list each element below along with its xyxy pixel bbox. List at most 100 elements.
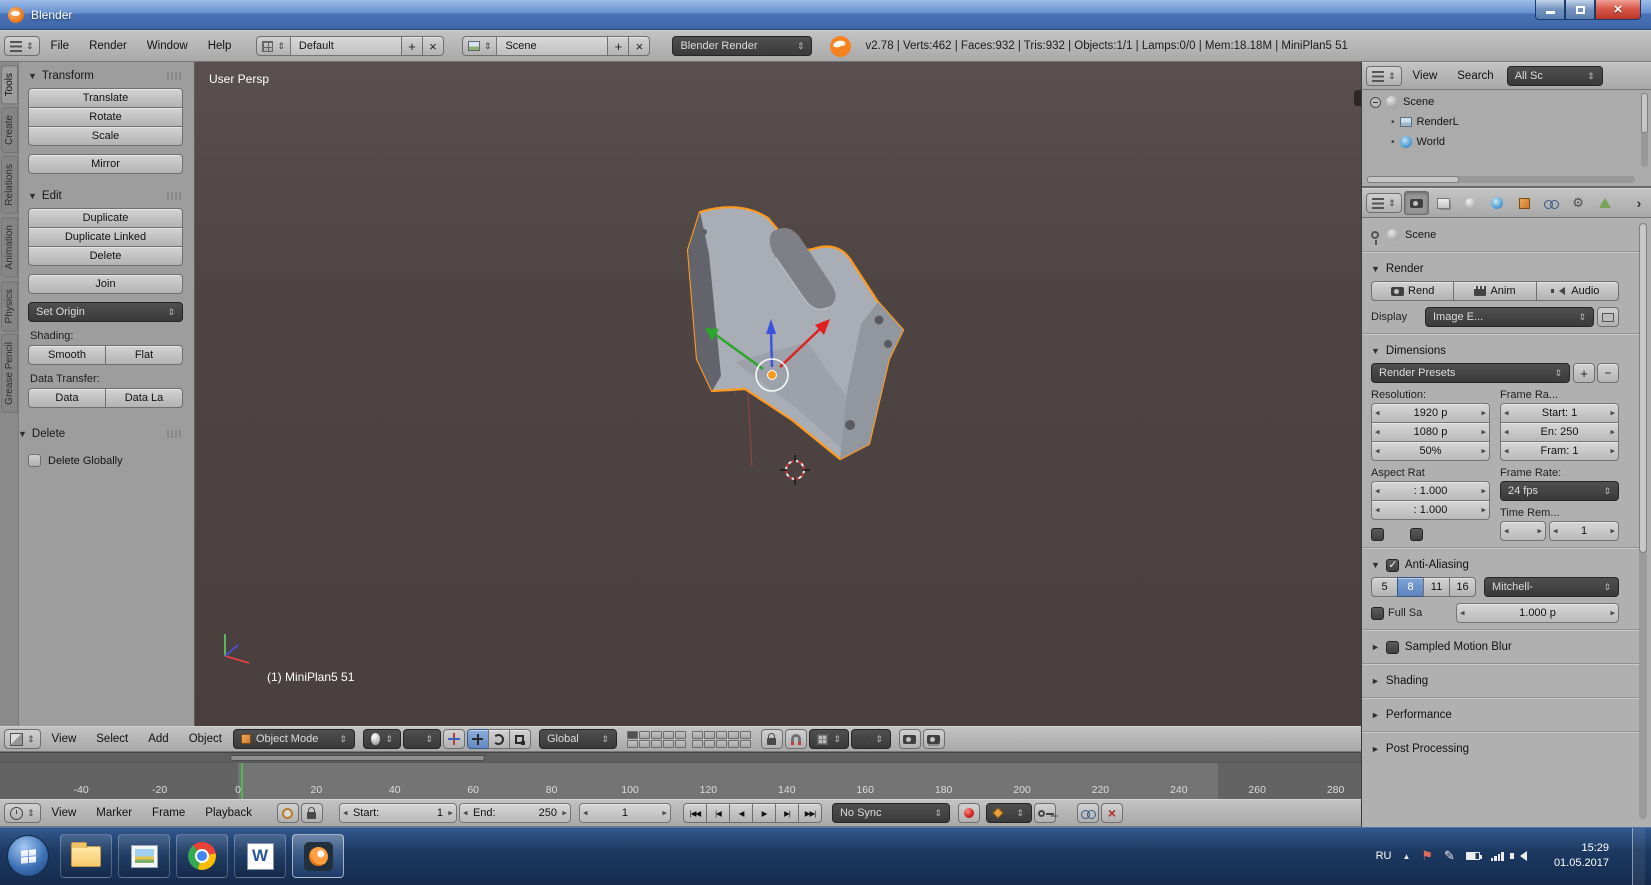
volume-icon[interactable] xyxy=(1509,851,1527,861)
tab-render-layers[interactable] xyxy=(1431,191,1456,215)
menu-help[interactable]: Help xyxy=(199,40,241,52)
delete-globally-item[interactable]: Delete Globally xyxy=(28,454,183,467)
action-center-flag-icon[interactable] xyxy=(1421,848,1433,864)
current-frame-line[interactable] xyxy=(241,763,243,799)
aa-samples-8-button[interactable]: 8 xyxy=(1397,577,1424,597)
crop-checkbox[interactable] xyxy=(1410,528,1423,541)
menu-add[interactable]: Add xyxy=(139,733,177,745)
snap-toggle-button[interactable] xyxy=(784,729,807,749)
tree-item-world[interactable]: World xyxy=(1362,132,1651,152)
keying-set-button[interactable] xyxy=(1033,803,1056,823)
tab-create[interactable]: Create xyxy=(0,107,18,154)
panel-header-delete[interactable]: ▼ Delete xyxy=(18,422,183,446)
layer-toggle[interactable] xyxy=(674,730,686,739)
render-animation-button[interactable]: Anim xyxy=(1453,281,1537,301)
clock[interactable]: 15:29 01.05.2017 xyxy=(1554,841,1609,872)
aspect-y-field[interactable]: : 1.000 xyxy=(1371,500,1490,520)
pen-icon[interactable] xyxy=(1444,848,1455,864)
set-origin-menu[interactable]: Set Origin xyxy=(28,302,183,322)
start-button[interactable] xyxy=(7,835,49,877)
motion-blur-checkbox[interactable] xyxy=(1385,640,1399,654)
frame-start-field[interactable]: Start: 1 xyxy=(1500,403,1619,423)
blender-taskbar-button[interactable] xyxy=(292,834,344,878)
panel-header-post-processing[interactable]: ► Post Processing xyxy=(1371,739,1619,759)
resolution-y-field[interactable]: 1080 p xyxy=(1371,422,1490,442)
scale-manipulator-button[interactable] xyxy=(508,729,531,749)
panel-header-transform[interactable]: ▼ Transform xyxy=(28,64,183,88)
layer-toggle[interactable] xyxy=(727,739,739,748)
menu-marker[interactable]: Marker xyxy=(87,807,141,819)
menu-object[interactable]: Object xyxy=(180,733,231,745)
tab-grease-pencil[interactable]: Grease Pencil xyxy=(0,334,18,413)
render-still-button[interactable]: Rend xyxy=(1371,281,1455,301)
photo-viewer-taskbar-button[interactable] xyxy=(118,834,170,878)
render-audio-button[interactable]: Audio xyxy=(1535,281,1619,301)
layer-toggle[interactable] xyxy=(662,739,674,748)
scrollbar-handle[interactable] xyxy=(230,755,485,761)
lock-frame-button[interactable] xyxy=(300,803,323,823)
keying-type-menu[interactable] xyxy=(985,803,1032,823)
word-taskbar-button[interactable] xyxy=(234,834,286,878)
layer-toggle[interactable] xyxy=(739,739,751,748)
scrollbar-handle[interactable] xyxy=(1641,93,1648,133)
layer-toggle[interactable] xyxy=(691,739,703,748)
layer-toggle[interactable] xyxy=(626,739,638,748)
manipulator-toggle-button[interactable] xyxy=(442,729,465,749)
layer-toggle[interactable] xyxy=(715,739,727,748)
link-markers-button[interactable] xyxy=(1077,803,1099,823)
menu-render[interactable]: Render xyxy=(80,40,136,52)
delete-scene-button[interactable] xyxy=(628,36,651,56)
menu-view[interactable]: View xyxy=(43,733,86,745)
sync-menu[interactable]: No Sync xyxy=(831,803,950,823)
panel-header-antialiasing[interactable]: ▼ Anti-Aliasing xyxy=(1371,555,1619,575)
snap-target-menu[interactable] xyxy=(850,729,891,749)
viewport-canvas[interactable] xyxy=(195,62,1361,726)
duplicate-button[interactable]: Duplicate xyxy=(28,208,183,228)
editor-type-selector-3dview[interactable] xyxy=(4,729,41,749)
mode-menu[interactable]: Object Mode xyxy=(232,729,355,749)
scrollbar-handle[interactable] xyxy=(1639,223,1647,553)
tab-object-data[interactable] xyxy=(1593,191,1618,215)
tab-tools[interactable]: Tools xyxy=(0,65,18,105)
aa-samples-16-button[interactable]: 16 xyxy=(1449,577,1476,597)
frame-end-field[interactable]: En: 250 xyxy=(1500,422,1619,442)
pivot-center-menu[interactable] xyxy=(402,729,441,749)
panel-header-shading[interactable]: ► Shading xyxy=(1371,671,1619,691)
tab-world[interactable] xyxy=(1485,191,1510,215)
menu-file[interactable]: File xyxy=(42,40,79,52)
scene-name-field[interactable]: Scene xyxy=(496,36,609,56)
menu-select[interactable]: Select xyxy=(87,733,137,745)
play-button[interactable]: ▶ xyxy=(751,803,776,823)
editor-type-selector-outliner[interactable] xyxy=(1366,66,1402,86)
pixel-filter-size-field[interactable]: 1.000 p xyxy=(1456,603,1619,623)
start-frame-field[interactable]: Start: 1 xyxy=(338,803,457,823)
tree-item-renderlayers[interactable]: RenderL xyxy=(1362,112,1651,132)
lock-to-scene-button[interactable] xyxy=(760,729,783,749)
display-screen-button[interactable] xyxy=(1597,307,1619,327)
translate-button[interactable]: Translate xyxy=(28,88,183,108)
panel-grip-icon[interactable] xyxy=(167,430,183,438)
add-layout-button[interactable] xyxy=(400,36,423,56)
region-toggle-icon[interactable] xyxy=(1354,90,1361,106)
transfer-data-button[interactable]: Data xyxy=(28,388,106,408)
rotate-button[interactable]: Rotate xyxy=(28,107,183,127)
language-indicator[interactable]: RU xyxy=(1376,850,1392,862)
orientation-menu[interactable]: Global xyxy=(538,729,617,749)
add-scene-button[interactable] xyxy=(607,36,630,56)
menu-search[interactable]: Search xyxy=(1448,70,1502,82)
collapse-circle-icon[interactable] xyxy=(1370,96,1381,108)
display-mode-menu[interactable]: Image E... xyxy=(1425,307,1594,327)
editor-type-selector-info[interactable] xyxy=(4,36,40,56)
play-reverse-button[interactable]: ◀ xyxy=(728,803,753,823)
layer-toggle[interactable] xyxy=(638,739,650,748)
outliner-display-mode-menu[interactable]: All Sc xyxy=(1506,66,1603,86)
unlink-button[interactable] xyxy=(1101,803,1123,823)
tab-scene[interactable] xyxy=(1458,191,1483,215)
record-button[interactable] xyxy=(957,803,980,823)
time-remap-old-field[interactable] xyxy=(1500,521,1546,541)
panel-header-sampled-motion-blur[interactable]: ► Sampled Motion Blur xyxy=(1371,637,1619,657)
layer-toggle[interactable] xyxy=(703,739,715,748)
full-sample-checkbox[interactable] xyxy=(1371,606,1384,620)
panel-header-performance[interactable]: ► Performance xyxy=(1371,705,1619,725)
frame-step-field[interactable]: Fram: 1 xyxy=(1500,441,1619,461)
